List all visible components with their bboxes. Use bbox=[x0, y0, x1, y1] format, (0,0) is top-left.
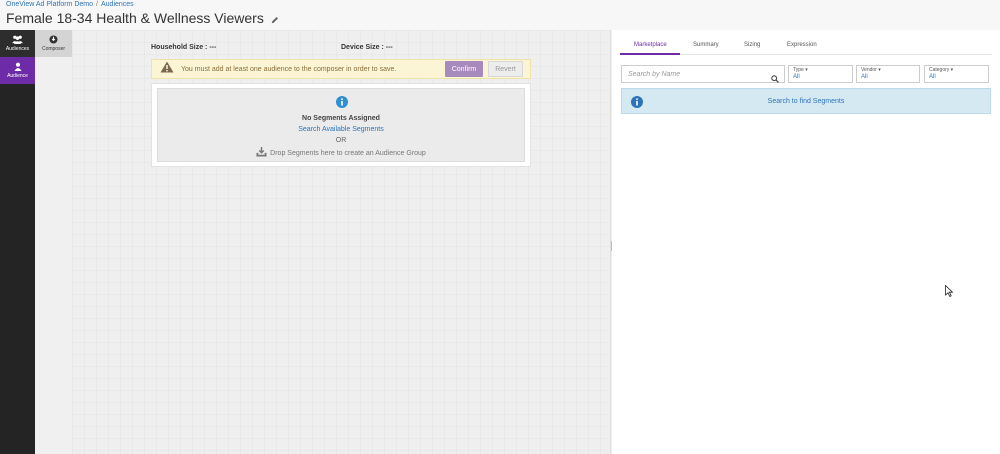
tab-sizing[interactable]: Sizing bbox=[744, 42, 760, 48]
warning-message: You must add at least one audience to th… bbox=[181, 65, 397, 73]
drop-hint-text: Drop Segments here to create an Audience… bbox=[270, 150, 426, 157]
rail-audience-label: Audience bbox=[7, 73, 28, 79]
device-size-label: Device Size : --- bbox=[341, 44, 393, 51]
breadcrumb-item-platform[interactable]: OneView Ad Platform Demo bbox=[6, 1, 93, 8]
composer-icon bbox=[49, 35, 58, 44]
composer-tab[interactable]: Composer bbox=[35, 30, 72, 57]
search-info-text: Search to find Segments bbox=[767, 98, 845, 105]
pencil-icon[interactable] bbox=[271, 11, 279, 27]
rail-audiences-label: Audiences bbox=[5, 46, 30, 52]
user-icon bbox=[13, 62, 22, 71]
vendor-filter-value: All bbox=[861, 74, 868, 80]
type-filter-dropdown[interactable]: Type ▾ All bbox=[788, 65, 853, 83]
info-icon bbox=[336, 95, 348, 113]
type-filter-label: Type ▾ bbox=[793, 67, 808, 73]
tab-summary[interactable]: Summary bbox=[693, 42, 719, 48]
category-filter-dropdown[interactable]: Category ▾ All bbox=[924, 65, 989, 83]
confirm-button[interactable]: Confirm bbox=[445, 61, 483, 77]
household-size-label: Household Size : --- bbox=[151, 44, 217, 51]
rail-audience-button[interactable]: Audience bbox=[0, 57, 35, 84]
segment-search-input[interactable] bbox=[622, 66, 764, 82]
category-filter-value: All bbox=[929, 74, 936, 80]
search-segments-link[interactable]: Search Available Segments bbox=[158, 126, 524, 133]
breadcrumb-item-audiences[interactable]: Audiences bbox=[101, 1, 134, 8]
breadcrumb-separator: / bbox=[96, 1, 98, 8]
mouse-cursor-icon bbox=[945, 284, 954, 302]
users-icon bbox=[12, 35, 23, 44]
or-divider-text: OR bbox=[335, 137, 347, 144]
composer-tab-label: Composer bbox=[41, 46, 66, 52]
segment-panel: Marketplace Summary Sizing Expression Ty… bbox=[612, 30, 1000, 454]
panel-tabs: Marketplace Summary Sizing Expression bbox=[620, 39, 992, 55]
tab-marketplace[interactable]: Marketplace bbox=[634, 42, 667, 48]
warning-bar: You must add at least one audience to th… bbox=[151, 59, 531, 79]
vendor-filter-dropdown[interactable]: Vendor ▾ All bbox=[856, 65, 920, 83]
active-tab-indicator bbox=[620, 53, 680, 55]
composer-canvas: Household Size : --- Device Size : --- Y… bbox=[72, 30, 610, 454]
breadcrumb: OneView Ad Platform Demo / Audiences bbox=[6, 1, 134, 8]
drop-hint: Drop Segments here to create an Audience… bbox=[158, 147, 524, 157]
segment-drop-zone[interactable]: No Segments Assigned Search Available Se… bbox=[157, 88, 525, 162]
search-info-banner: Search to find Segments bbox=[621, 88, 991, 114]
page-title-text: Female 18-34 Health & Wellness Viewers bbox=[6, 10, 264, 26]
revert-button[interactable]: Revert bbox=[488, 61, 523, 77]
search-icon[interactable] bbox=[771, 70, 779, 88]
download-icon bbox=[256, 147, 267, 157]
category-filter-label: Category ▾ bbox=[929, 67, 954, 73]
composer-drop-panel: No Segments Assigned Search Available Se… bbox=[151, 83, 531, 167]
rail-audiences-button[interactable]: Audiences bbox=[0, 30, 35, 57]
no-segments-title: No Segments Assigned bbox=[302, 115, 380, 122]
page-title: Female 18-34 Health & Wellness Viewers bbox=[6, 10, 279, 27]
page-header: OneView Ad Platform Demo / Audiences Femal… bbox=[0, 0, 1000, 30]
segment-search-box bbox=[621, 65, 785, 83]
tab-expression[interactable]: Expression bbox=[787, 42, 817, 48]
vendor-filter-label: Vendor ▾ bbox=[861, 67, 881, 73]
warning-icon bbox=[160, 60, 174, 78]
type-filter-value: All bbox=[793, 74, 800, 80]
left-rail: Audiences Audience bbox=[0, 30, 35, 454]
